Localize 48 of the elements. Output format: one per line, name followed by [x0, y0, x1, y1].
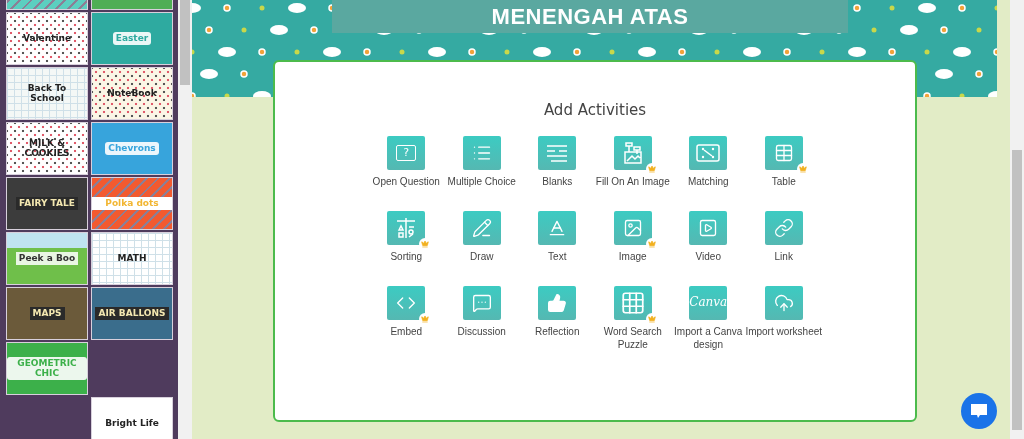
thumbs-up-icon [547, 293, 568, 313]
scrollbar[interactable] [1010, 0, 1024, 439]
theme-tile[interactable]: AIR BALLONS [91, 287, 173, 340]
tile-label: Back To School [26, 81, 68, 105]
activity-button[interactable]: Table [743, 136, 824, 202]
tile-label: Bright Life [104, 416, 160, 430]
tile-label: GEOMETRIC CHIC [7, 356, 87, 381]
theme-tile[interactable]: NoteBook [91, 67, 173, 120]
theme-tile[interactable]: MILK & COOKIES [6, 122, 88, 175]
play-icon [698, 218, 719, 238]
theme-tile[interactable]: Back To School [6, 67, 88, 120]
image-icon [622, 218, 643, 238]
theme-tile[interactable]: Peek a Boo [6, 232, 88, 285]
card-title: Add Activities [543, 101, 647, 119]
tile-label: MILK & COOKIES [23, 136, 71, 160]
tile-label: FAIRY TALE [16, 196, 78, 211]
scrollbar[interactable] [178, 0, 192, 439]
chat-icon [970, 403, 988, 419]
theme-tile[interactable]: MATH [91, 232, 173, 285]
speech-bubble-icon [471, 293, 492, 313]
shapes-icon [396, 217, 417, 239]
theme-tile[interactable]: FAIRY TALE [6, 177, 88, 230]
chat-button[interactable] [961, 393, 997, 429]
cloud-upload-icon [773, 293, 794, 313]
tile-label: MATH [116, 251, 148, 265]
link-icon [773, 218, 794, 238]
theme-tile[interactable]: Valentine [6, 12, 88, 65]
table-icon [773, 143, 794, 163]
theme-tile[interactable]: MAPS [6, 287, 88, 340]
image-labels-icon [622, 142, 643, 164]
question-icon: ? [396, 144, 417, 162]
tile-label: MAPS [29, 306, 65, 321]
page-title: MENENGAH ATAS [491, 3, 689, 30]
pencil-icon [471, 218, 492, 238]
tile-label: Chevrons [105, 141, 159, 156]
tile-label: NoteBook [106, 86, 158, 100]
activity-button[interactable]: Fill On An Image [592, 136, 673, 202]
activity-button[interactable]: Import worksheet [743, 286, 824, 352]
theme-tile[interactable]: Bright Life [91, 397, 173, 439]
tile-label: AIR BALLONS [95, 306, 169, 321]
lines-icon [546, 144, 569, 162]
tile-label: Valentine [21, 31, 72, 45]
tile-label: Easter [112, 31, 152, 46]
tile-label: Polka dots [92, 196, 172, 211]
canva-logo: Canva [689, 295, 728, 311]
tile-label: Peek a Boo [15, 251, 79, 266]
grid-icon [619, 290, 646, 316]
dots-board-icon [696, 144, 721, 162]
